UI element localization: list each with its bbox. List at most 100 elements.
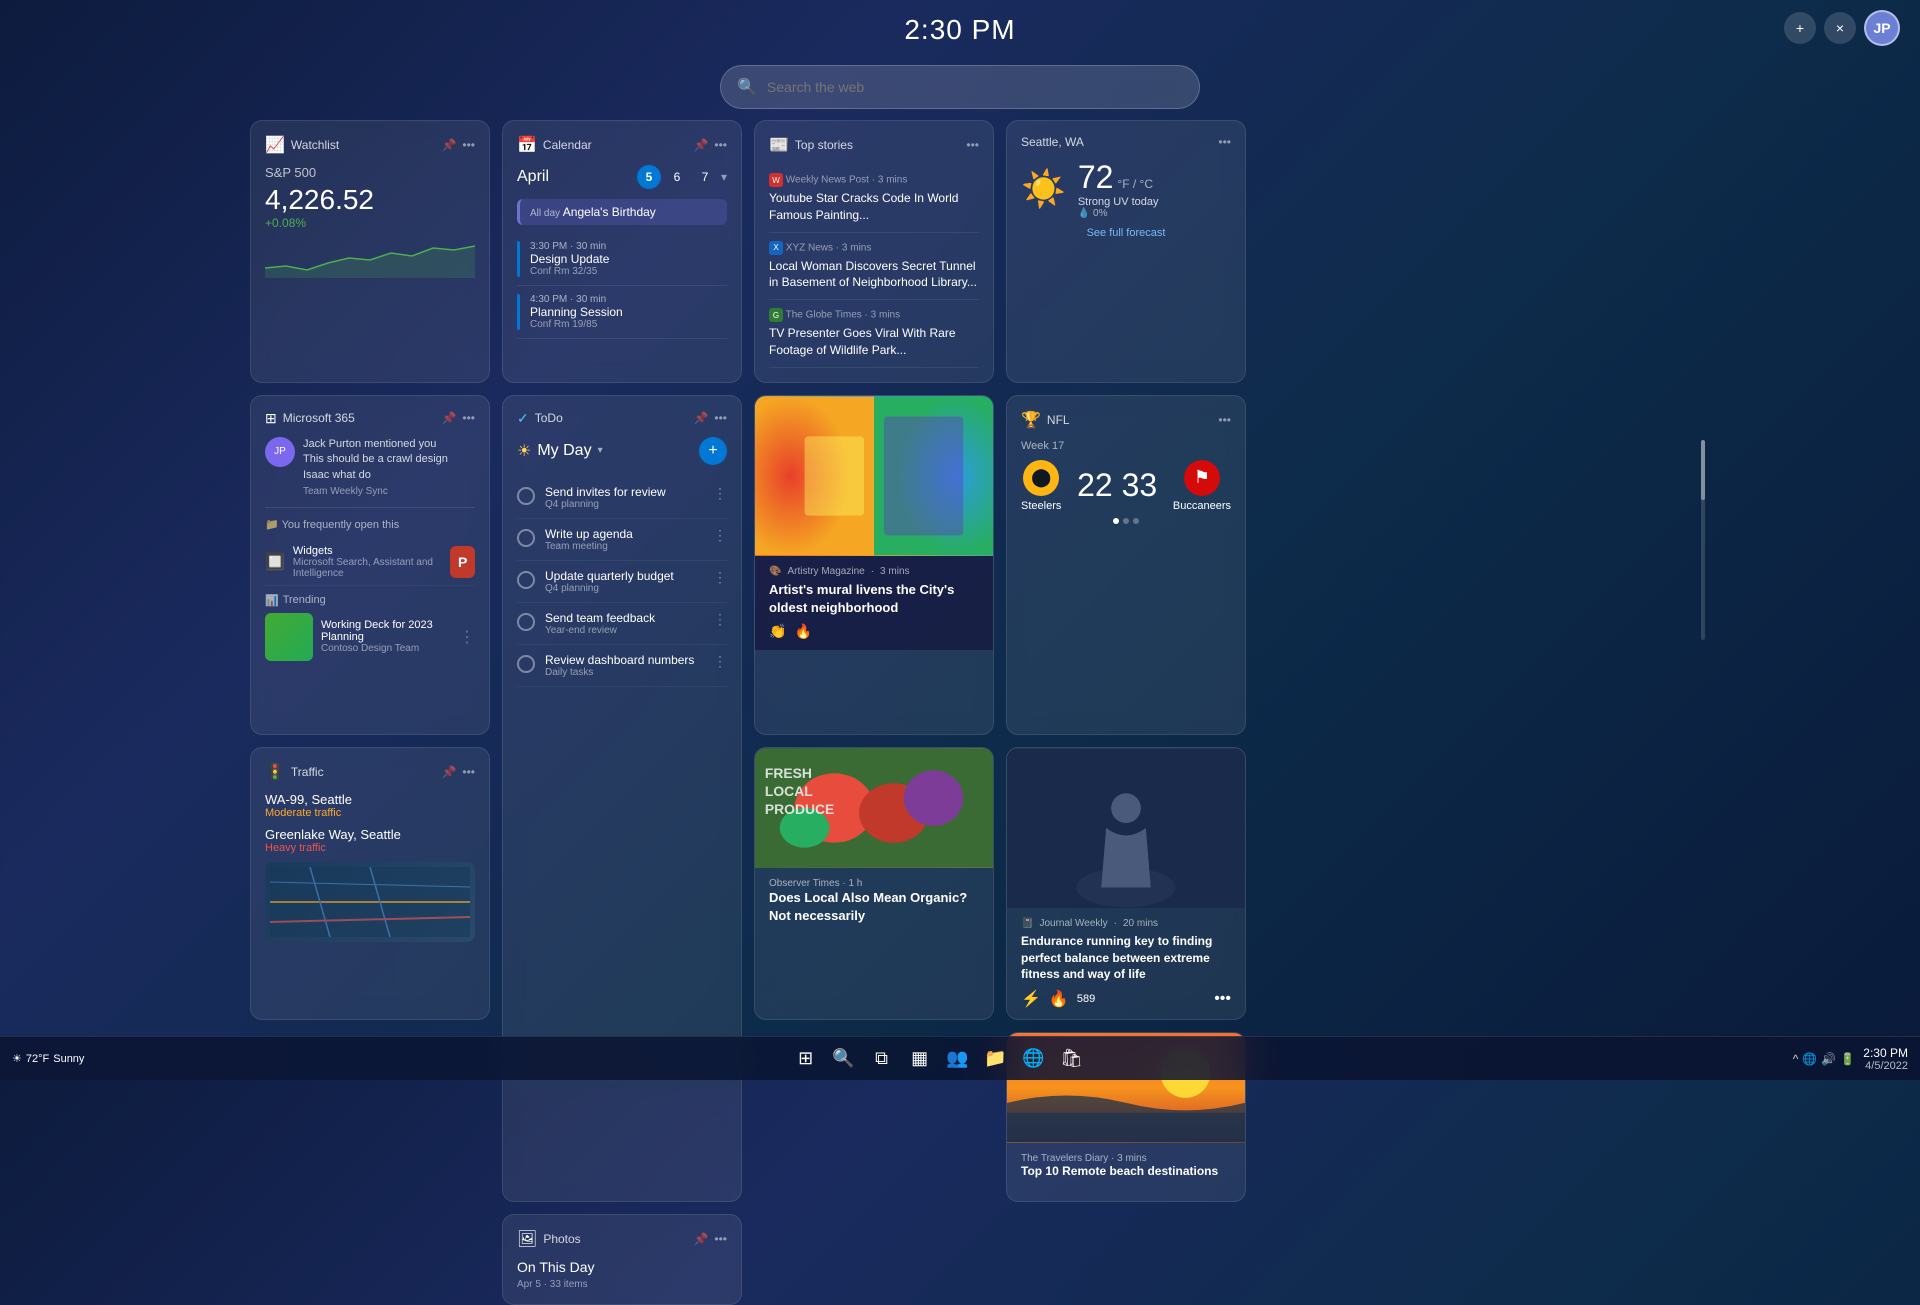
stock-name: S&P 500: [265, 165, 475, 180]
todo-check-3[interactable]: [517, 571, 535, 589]
battery-icon[interactable]: 🔋: [1840, 1052, 1855, 1066]
nfl-team-steelers: ⬤ Steelers: [1021, 460, 1061, 512]
widgets-sub: Microsoft Search, Assistant and Intellig…: [293, 557, 442, 579]
widgets-item[interactable]: 🔲 Widgets Microsoft Search, Assistant an…: [265, 539, 475, 586]
cal-more[interactable]: •••: [714, 138, 727, 152]
todo-item-more-3[interactable]: ⋮: [713, 569, 727, 586]
weather-more[interactable]: •••: [1218, 135, 1231, 149]
widgets-text: Widgets: [293, 545, 442, 557]
network-icon[interactable]: 🌐: [1802, 1052, 1817, 1066]
nfl-week: Week 17: [1021, 440, 1231, 452]
todo-pin[interactable]: 📌: [693, 411, 708, 425]
m365-pin-icon[interactable]: 📌: [441, 411, 456, 425]
my-day-title: ☀ My Day ▾: [517, 441, 603, 461]
frequent-section: 📁 You frequently open this: [265, 518, 475, 531]
system-icons: ^ 🌐 🔊 🔋: [1793, 1052, 1856, 1066]
todo-item-more-5[interactable]: ⋮: [713, 653, 727, 670]
teams-button[interactable]: 👥: [942, 1043, 974, 1075]
todo-item-5: Review dashboard numbers Daily tasks ⋮: [517, 645, 727, 687]
journal-widget[interactable]: 📓 Journal Weekly · 20 mins Endurance run…: [1006, 747, 1246, 1020]
scroll-thumb[interactable]: [1701, 440, 1705, 500]
add-widget-button[interactable]: +: [1784, 12, 1816, 44]
cal-event-1-loc: Conf Rm 32/35: [530, 266, 609, 277]
photos-title: Photos: [543, 1232, 580, 1246]
artistry-source-text: Artistry Magazine: [787, 566, 864, 577]
buccaneers-name: Buccaneers: [1173, 500, 1231, 512]
start-button[interactable]: ⊞: [790, 1043, 822, 1075]
cal-day-5[interactable]: 5: [637, 165, 661, 189]
todo-item-more-1[interactable]: ⋮: [713, 485, 727, 502]
folder-icon: 📁: [265, 519, 279, 531]
store-button[interactable]: 🛍: [1056, 1043, 1088, 1075]
todo-item-more-2[interactable]: ⋮: [713, 527, 727, 544]
news-1-source: Weekly News Post: [786, 175, 869, 186]
todo-check-2[interactable]: [517, 529, 535, 547]
myday-chevron[interactable]: ▾: [598, 445, 603, 456]
taskbar-clock[interactable]: 2:30 PM 4/5/2022: [1863, 1046, 1908, 1072]
collapse-button[interactable]: ×: [1824, 12, 1856, 44]
m365-more-icon[interactable]: •••: [462, 411, 475, 425]
journal-more[interactable]: •••: [1214, 990, 1231, 1008]
journal-overlay: 📓 Journal Weekly · 20 mins Endurance run…: [1007, 908, 1245, 1019]
todo-check-4[interactable]: [517, 613, 535, 631]
cal-pin[interactable]: 📌: [693, 138, 708, 152]
widgets-button[interactable]: ▦: [904, 1043, 936, 1075]
traffic-icon: 🚦: [265, 762, 285, 782]
news-item-1[interactable]: W Weekly News Post · 3 mins Youtube Star…: [769, 165, 979, 233]
news-item-3[interactable]: G The Globe Times · 3 mins TV Presenter …: [769, 300, 979, 368]
produce-overlay: Observer Times · 1 h Does Local Also Mea…: [755, 868, 993, 935]
traffic-pin[interactable]: 📌: [441, 765, 456, 779]
edge-button[interactable]: 🌐: [1018, 1043, 1050, 1075]
taskbar-left: ☀ 72°F Sunny: [12, 1052, 84, 1065]
chevron-up-icon[interactable]: ^: [1793, 1052, 1799, 1066]
pin-icon[interactable]: 📌: [441, 138, 456, 152]
calendar-widget: 📅 Calendar 📌 ••• April 5 6 7 ▾ All day A…: [502, 120, 742, 383]
sun-icon: ☀: [517, 441, 531, 461]
produce-widget[interactable]: FRESH LOCAL PRODUCE Observer Times · 1 h…: [754, 747, 994, 1020]
traffic-more[interactable]: •••: [462, 765, 475, 779]
cal-day-6[interactable]: 6: [665, 165, 689, 189]
volume-icon[interactable]: 🔊: [1821, 1052, 1836, 1066]
task-view-button[interactable]: ⧉: [866, 1043, 898, 1075]
artist-widget[interactable]: 🎨 Artistry Magazine · 3 mins Artist's mu…: [754, 395, 994, 735]
trending-title: Working Deck for 2023 Planning: [321, 619, 475, 643]
todo-more[interactable]: •••: [714, 411, 727, 425]
search-taskbar-button[interactable]: 🔍: [828, 1043, 860, 1075]
todo-myday-header: ☀ My Day ▾ +: [517, 437, 727, 465]
mention-text: Jack Purton mentioned you: [303, 437, 475, 452]
trending-item[interactable]: Working Deck for 2023 Planning Contoso D…: [265, 613, 475, 661]
todo-sub-5: Daily tasks: [545, 667, 694, 678]
photos-more[interactable]: •••: [714, 1232, 727, 1246]
search-input[interactable]: [767, 79, 1183, 95]
journal-image: [1007, 748, 1245, 908]
explorer-button[interactable]: 📁: [980, 1043, 1012, 1075]
todo-text-3: Update quarterly budget: [545, 569, 674, 583]
news-2-time: 3 mins: [842, 242, 871, 253]
cal-chevron[interactable]: ▾: [721, 170, 727, 184]
taskbar-weather-icon: ☀: [12, 1052, 22, 1065]
taskbar-center: ⊞ 🔍 ⧉ ▦ 👥 📁 🌐 🛍: [790, 1043, 1088, 1075]
all-day-event: All day Angela's Birthday: [517, 199, 727, 225]
photos-pin[interactable]: 📌: [693, 1232, 708, 1246]
user-avatar[interactable]: JP: [1864, 10, 1900, 46]
trending-more[interactable]: ⋮: [459, 627, 475, 647]
taskbar: ☀ 72°F Sunny ⊞ 🔍 ⧉ ▦ 👥 📁 🌐 🛍 ^ 🌐 🔊 🔋 2:3…: [0, 1036, 1920, 1080]
taskbar-weather[interactable]: ☀ 72°F Sunny: [12, 1052, 84, 1065]
todo-check-5[interactable]: [517, 655, 535, 673]
cal-day-7[interactable]: 7: [693, 165, 717, 189]
topstories-more[interactable]: •••: [966, 138, 979, 152]
weather-forecast-link[interactable]: See full forecast: [1021, 227, 1231, 239]
cal-month-header: April 5 6 7 ▾: [517, 165, 727, 189]
journal-likes: 589: [1077, 993, 1095, 1005]
taskbar-right: ^ 🌐 🔊 🔋 2:30 PM 4/5/2022: [1793, 1046, 1908, 1072]
news-item-2[interactable]: X XYZ News · 3 mins Local Woman Discover…: [769, 233, 979, 301]
powerpoint-icon: P: [450, 546, 475, 578]
more-icon[interactable]: •••: [462, 138, 475, 152]
nfl-more[interactable]: •••: [1218, 413, 1231, 427]
event-2-duration: 30 min: [576, 294, 606, 305]
todo-check-1[interactable]: [517, 487, 535, 505]
add-todo-button[interactable]: +: [699, 437, 727, 465]
calendar-title: Calendar: [543, 138, 592, 152]
artistry-time: 3 mins: [880, 566, 909, 577]
todo-item-more-4[interactable]: ⋮: [713, 611, 727, 628]
